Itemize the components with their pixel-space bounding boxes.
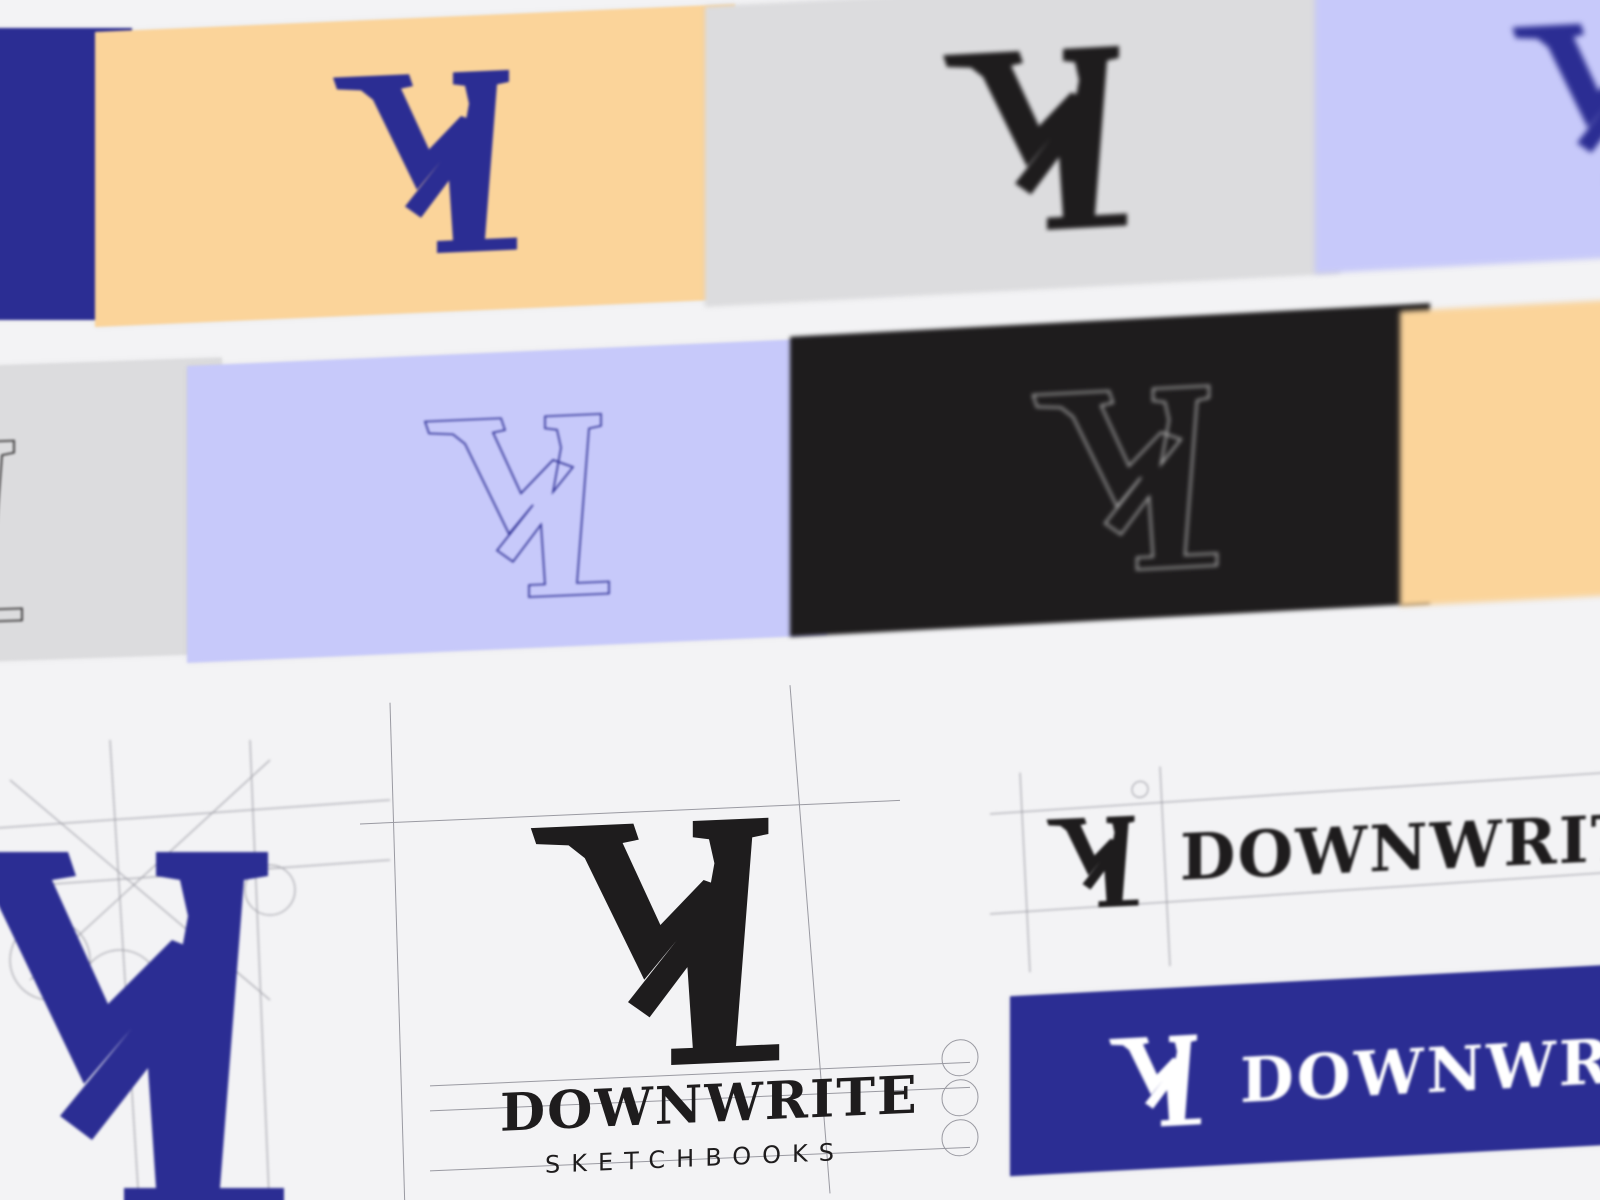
dw-monogram-icon	[470, 793, 840, 1079]
dw-monogram-icon	[0, 800, 300, 1200]
dw-monogram-icon	[387, 396, 647, 607]
brand-wordmark-partial: DOWNWR	[1240, 1024, 1600, 1118]
dw-monogram-icon	[1505, 0, 1600, 198]
dw-monogram-icon	[995, 367, 1255, 581]
swatch-lavender-outline-card	[187, 338, 827, 663]
brand-presentation-board: DOWNWRITE SKETCHBOOKS DOWNWRIT DOWNWR	[0, 0, 1600, 1200]
swatch-black-outline-card	[790, 303, 1430, 637]
swatch-peach-card-2	[1400, 298, 1600, 607]
dw-monogram-icon	[905, 28, 1165, 242]
horizontal-lockup-navy-card: DOWNWR	[1010, 963, 1600, 1177]
dw-monogram-icon	[295, 52, 555, 263]
dw-monogram-icon	[1030, 807, 1155, 912]
swatch-lavender-card	[1315, 0, 1600, 274]
construction-grid-panel	[0, 739, 391, 1200]
dw-monogram-icon	[0, 423, 50, 631]
primary-lockup-panel: DOWNWRITE SKETCHBOOKS	[360, 676, 1000, 1200]
swatch-peach-card	[95, 4, 735, 327]
dw-monogram-icon	[1090, 1025, 1220, 1132]
swatch-gray-card	[705, 0, 1340, 307]
horizontal-lockup-panel: DOWNWRIT	[989, 746, 1600, 974]
